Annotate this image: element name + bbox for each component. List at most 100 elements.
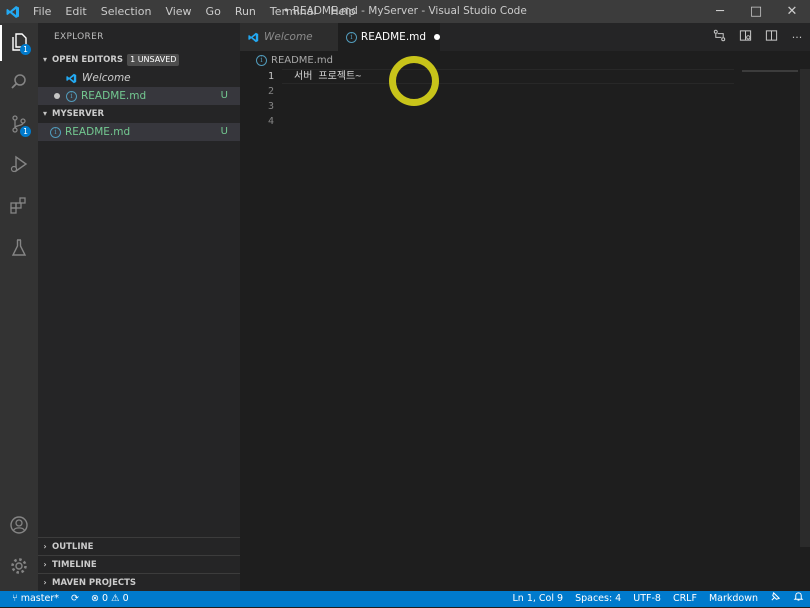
branch-status[interactable]: ⑂ master* bbox=[8, 591, 65, 607]
line-number: 4 bbox=[267, 116, 274, 127]
unsaved-badge: 1 UNSAVED bbox=[127, 54, 180, 66]
title-bar: File Edit Selection View Go Run Terminal… bbox=[0, 0, 810, 23]
vscode-logo-icon bbox=[0, 0, 26, 23]
flask-icon bbox=[9, 238, 29, 261]
tab-welcome[interactable]: Welcome bbox=[240, 23, 338, 51]
explorer-sidebar: EXPLORER ▾ OPEN EDITORS 1 UNSAVED Welcom… bbox=[38, 23, 240, 591]
account-icon bbox=[9, 515, 29, 538]
breadcrumb[interactable]: i README.md bbox=[240, 51, 810, 69]
section-label: OUTLINE bbox=[52, 541, 94, 552]
end-of-line[interactable]: CRLF bbox=[667, 591, 703, 607]
tab-label: README.md bbox=[360, 31, 427, 43]
menu-view[interactable]: View bbox=[158, 0, 198, 23]
warning-icon: ⚠ bbox=[111, 593, 120, 604]
info-file-icon: i bbox=[256, 54, 267, 66]
git-status-badge: U bbox=[220, 126, 228, 137]
mouse-cursor-highlight bbox=[389, 56, 439, 106]
encoding[interactable]: UTF-8 bbox=[627, 591, 667, 607]
section-label: MAVEN PROJECTS bbox=[52, 577, 137, 588]
source-control-badge: 1 bbox=[20, 126, 31, 137]
menu-file[interactable]: File bbox=[26, 0, 58, 23]
editor-tab-bar: Welcome i README.md ··· bbox=[240, 23, 810, 51]
cursor-position[interactable]: Ln 1, Col 9 bbox=[506, 591, 569, 607]
editor-line: 3 bbox=[240, 99, 740, 114]
line-number: 1 bbox=[267, 71, 274, 82]
run-debug-icon bbox=[9, 154, 29, 177]
minimap-slider[interactable] bbox=[742, 70, 798, 72]
search-activity-button[interactable] bbox=[0, 65, 38, 101]
chevron-right-icon: › bbox=[43, 577, 47, 587]
maximize-button[interactable]: □ bbox=[738, 0, 774, 23]
explorer-activity-button[interactable]: 1 bbox=[0, 25, 38, 61]
extensions-icon bbox=[9, 196, 29, 219]
vertical-scrollbar[interactable] bbox=[800, 69, 810, 547]
line-number: 2 bbox=[267, 86, 274, 97]
vscode-file-icon bbox=[248, 32, 259, 43]
language-mode[interactable]: Markdown bbox=[703, 591, 764, 607]
sidebar-title: EXPLORER bbox=[54, 32, 104, 42]
activity-bar: 1 1 bbox=[0, 23, 38, 591]
accounts-activity-button[interactable] bbox=[0, 508, 38, 544]
timeline-section-header[interactable]: › TIMELINE bbox=[38, 555, 240, 573]
editor-line: 1 서버 프로젝트~ bbox=[240, 69, 740, 84]
problems-status[interactable]: ⊗ 0 ⚠ 0 bbox=[85, 591, 135, 607]
open-editors-header[interactable]: ▾ OPEN EDITORS 1 UNSAVED bbox=[38, 51, 240, 69]
bell-icon[interactable] bbox=[787, 591, 810, 608]
menu-terminal[interactable]: Terminal bbox=[263, 0, 324, 23]
maven-projects-section-header[interactable]: › MAVEN PROJECTS bbox=[38, 573, 240, 591]
menu-help[interactable]: Help bbox=[323, 0, 362, 23]
feedback-icon[interactable] bbox=[764, 591, 787, 608]
explorer-badge: 1 bbox=[20, 44, 31, 55]
folder-label: MYSERVER bbox=[52, 109, 105, 119]
gear-icon bbox=[9, 556, 29, 579]
unsaved-dot-icon bbox=[54, 93, 60, 99]
git-status-badge: U bbox=[220, 90, 228, 101]
line-number: 3 bbox=[267, 101, 274, 112]
menu-bar: File Edit Selection View Go Run Terminal… bbox=[26, 0, 362, 23]
split-editor-icon[interactable] bbox=[758, 29, 784, 45]
info-file-icon: i bbox=[66, 90, 77, 102]
menu-edit[interactable]: Edit bbox=[58, 0, 93, 23]
window-controls: ─ □ ✕ bbox=[702, 0, 810, 23]
file-label: README.md bbox=[65, 126, 131, 138]
minimize-button[interactable]: ─ bbox=[702, 0, 738, 23]
git-branch-icon: ⑂ bbox=[12, 593, 21, 604]
chevron-down-icon: ▾ bbox=[42, 109, 47, 118]
open-editor-label: README.md bbox=[81, 90, 147, 102]
sidebar-bottom-sections: › OUTLINE › TIMELINE › MAVEN PROJECTS bbox=[38, 537, 240, 591]
run-debug-activity-button[interactable] bbox=[0, 147, 38, 183]
extensions-activity-button[interactable] bbox=[0, 189, 38, 225]
folder-header[interactable]: ▾ MYSERVER bbox=[38, 105, 240, 123]
open-editor-label: Welcome bbox=[82, 72, 131, 84]
open-editors-label: OPEN EDITORS bbox=[52, 55, 124, 65]
error-icon: ⊗ bbox=[90, 593, 99, 604]
editor-line: 2 bbox=[240, 84, 740, 99]
warning-count: 0 bbox=[122, 593, 129, 604]
indentation[interactable]: Spaces: 4 bbox=[569, 591, 627, 607]
more-actions-icon[interactable]: ··· bbox=[784, 31, 810, 44]
unsaved-dot-icon[interactable] bbox=[434, 34, 440, 40]
status-bar: ⑂ master* ⟳ ⊗ 0 ⚠ 0 Ln 1, Col 9 Spaces: … bbox=[0, 591, 810, 607]
source-control-activity-button[interactable]: 1 bbox=[0, 107, 38, 143]
editor-line: 4 bbox=[240, 114, 740, 129]
testing-activity-button[interactable] bbox=[0, 231, 38, 267]
breadcrumb-file[interactable]: README.md bbox=[271, 55, 333, 66]
code-editor[interactable]: 1 서버 프로젝트~ 2 3 4 bbox=[240, 69, 810, 591]
line-text[interactable]: 서버 프로젝트~ bbox=[294, 69, 361, 84]
tab-label: Welcome bbox=[264, 31, 313, 43]
open-changes-icon[interactable] bbox=[706, 29, 732, 45]
chevron-right-icon: › bbox=[43, 541, 47, 551]
menu-selection[interactable]: Selection bbox=[94, 0, 159, 23]
chevron-right-icon: › bbox=[43, 559, 47, 569]
sync-icon[interactable]: ⟳ bbox=[65, 591, 85, 607]
file-readme[interactable]: i README.md U bbox=[38, 123, 240, 141]
open-editor-readme[interactable]: i README.md U bbox=[38, 87, 240, 105]
close-window-button[interactable]: ✕ bbox=[774, 0, 810, 23]
outline-section-header[interactable]: › OUTLINE bbox=[38, 537, 240, 555]
tab-readme[interactable]: i README.md bbox=[338, 23, 440, 51]
menu-run[interactable]: Run bbox=[228, 0, 263, 23]
manage-activity-button[interactable] bbox=[0, 549, 38, 585]
menu-go[interactable]: Go bbox=[199, 0, 228, 23]
open-preview-icon[interactable] bbox=[732, 29, 758, 45]
open-editor-welcome[interactable]: Welcome bbox=[38, 69, 240, 87]
